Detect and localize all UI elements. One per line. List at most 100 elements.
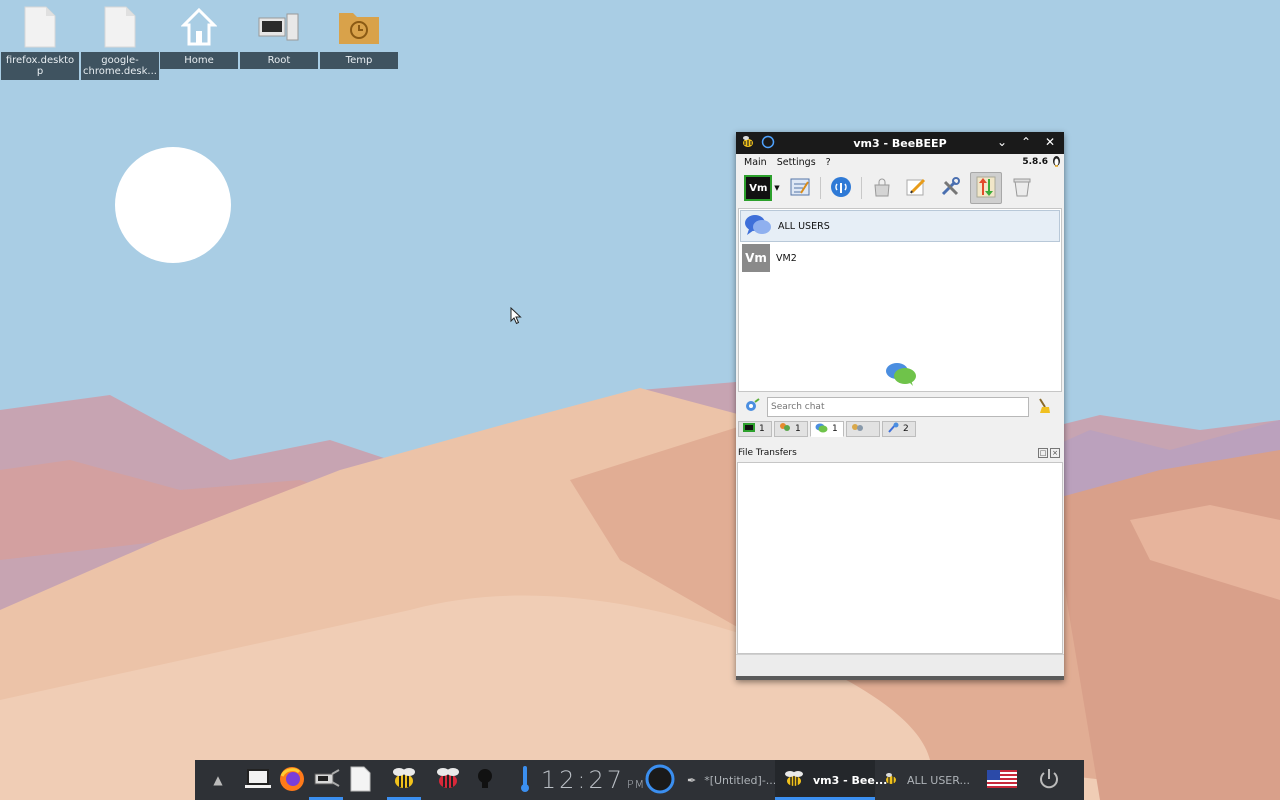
- file-icon: [1, 4, 79, 50]
- task-label: ALL USER...: [907, 773, 971, 787]
- red-bug-icon: [434, 767, 462, 794]
- tools-button[interactable]: [936, 174, 964, 202]
- clock[interactable]: 12:27 PM: [541, 760, 644, 800]
- menu-settings[interactable]: Settings: [777, 157, 816, 168]
- shared-bag-button[interactable]: [868, 174, 896, 202]
- tab-count: 1: [759, 424, 765, 434]
- broadcast-icon: [830, 176, 852, 201]
- desktop-icon-label: google-chrome.desk...: [81, 52, 159, 80]
- menu-help[interactable]: ?: [826, 157, 831, 168]
- my-avatar-button[interactable]: Vm ▼: [744, 174, 780, 202]
- tab-network[interactable]: 2: [882, 421, 916, 437]
- main-toolbar: Vm ▼: [736, 170, 1064, 206]
- close-panel-button[interactable]: ×: [1050, 448, 1060, 458]
- chevron-up-icon: ⌃: [1020, 135, 1032, 149]
- launcher-beebeep[interactable]: [387, 760, 421, 800]
- lightbulb-icon: [476, 767, 494, 794]
- desktop-icon-firefox[interactable]: firefox.desktop: [1, 4, 79, 80]
- desktop-icon-temp[interactable]: Temp: [320, 4, 398, 69]
- edit-profile-button[interactable]: [786, 174, 814, 202]
- list-item-all-users[interactable]: ALL USERS: [740, 210, 1060, 242]
- view-tabs: 1 1 1 2: [738, 421, 916, 439]
- launcher-thermometer[interactable]: [505, 760, 545, 800]
- close-button[interactable]: ✕: [1042, 134, 1058, 150]
- tab-count: 2: [903, 424, 909, 434]
- write-message-button[interactable]: [902, 174, 930, 202]
- tab-count: 1: [832, 424, 838, 434]
- pen-icon: ✒: [687, 773, 697, 787]
- desktop-icon-chrome[interactable]: google-chrome.desk...: [81, 4, 159, 80]
- menu-main[interactable]: Main: [744, 157, 767, 168]
- task-all-users[interactable]: ALL USER...: [875, 760, 977, 800]
- document-icon: [349, 766, 371, 795]
- desktop-icon-label: Root: [240, 52, 318, 69]
- launcher-bulb[interactable]: [465, 760, 505, 800]
- shared-tab-icon: [851, 423, 864, 436]
- float-icon: □: [1039, 449, 1047, 457]
- file-icon: [81, 4, 159, 50]
- file-transfer-icon: [974, 175, 998, 202]
- task-untitled[interactable]: ✒ *[Untitled]-...: [679, 760, 776, 800]
- maximize-button[interactable]: ⌃: [1018, 134, 1034, 150]
- list-item-user[interactable]: Vm VM2: [739, 243, 1061, 273]
- folder-clock-icon: [320, 4, 398, 50]
- users-tab-icon: [743, 423, 755, 435]
- float-panel-button[interactable]: □: [1038, 448, 1048, 458]
- launcher-network-tool[interactable]: [309, 760, 343, 800]
- tab-shared[interactable]: [846, 421, 880, 437]
- desktop-wallpaper: [0, 0, 1280, 800]
- file-transfers-panel: [737, 462, 1063, 654]
- close-icon: ×: [1052, 449, 1058, 457]
- mouse-pointer-icon: [510, 306, 522, 328]
- linux-penguin-icon: [1052, 155, 1061, 170]
- file-transfer-button[interactable]: [970, 172, 1002, 204]
- tab-users[interactable]: 1: [738, 421, 772, 437]
- search-filter-icon[interactable]: [743, 397, 761, 417]
- beebeep-window: vm3 - BeeBEEP ⌄ ⌃ ✕ Main Settings ? 5.8.…: [736, 132, 1064, 680]
- launcher-firefox[interactable]: [275, 760, 309, 800]
- launcher-bug-app[interactable]: [431, 760, 465, 800]
- minimize-button[interactable]: ⌄: [994, 134, 1010, 150]
- toolbar-separator: [820, 177, 821, 199]
- tab-chats[interactable]: 1: [810, 421, 844, 437]
- trash-button[interactable]: [1008, 174, 1036, 202]
- clock-time: 12:27: [540, 766, 626, 794]
- chevron-down-icon: ⌄: [996, 135, 1008, 149]
- all-users-icon: [744, 212, 772, 241]
- sun: [115, 147, 231, 263]
- launcher-text-editor[interactable]: [343, 760, 377, 800]
- window-bottom-border: [736, 676, 1064, 680]
- desktop-icon-home[interactable]: Home: [160, 4, 238, 69]
- show-tray-button[interactable]: ▲: [195, 760, 241, 800]
- pencil-icon: [905, 176, 927, 201]
- avatar: Vm: [744, 175, 773, 201]
- tools-icon: [939, 176, 961, 201]
- workspace-switcher[interactable]: [641, 760, 679, 800]
- task-beebeep[interactable]: vm3 - Bee...: [775, 760, 887, 800]
- launcher-terminal[interactable]: [241, 760, 275, 800]
- broadcast-button[interactable]: [827, 174, 855, 202]
- version-label: 5.8.6: [1022, 157, 1048, 167]
- user-name: ALL USERS: [778, 220, 830, 232]
- us-flag-icon: [987, 769, 1017, 791]
- avatar: Vm: [742, 244, 770, 272]
- network-tool-icon: [312, 768, 340, 793]
- chat-bubble-icon: [885, 361, 917, 390]
- desktop-icon-root[interactable]: Root: [240, 4, 318, 69]
- chats-tab-icon: [815, 423, 828, 436]
- clear-broom-icon[interactable]: [1035, 397, 1053, 418]
- bee-icon: [883, 772, 899, 789]
- search-input[interactable]: [767, 397, 1029, 417]
- power-button[interactable]: [1027, 760, 1071, 800]
- dropdown-arrow-icon: ▼: [774, 184, 780, 192]
- computer-icon: [240, 4, 318, 50]
- profile-edit-icon: [789, 176, 811, 201]
- tab-groups[interactable]: 1: [774, 421, 808, 437]
- search-row: [738, 394, 1062, 420]
- window-titlebar[interactable]: vm3 - BeeBEEP ⌄ ⌃ ✕: [736, 132, 1064, 154]
- keyboard-layout[interactable]: [977, 760, 1027, 800]
- bag-icon: [871, 176, 893, 201]
- thermometer-icon: [520, 765, 530, 796]
